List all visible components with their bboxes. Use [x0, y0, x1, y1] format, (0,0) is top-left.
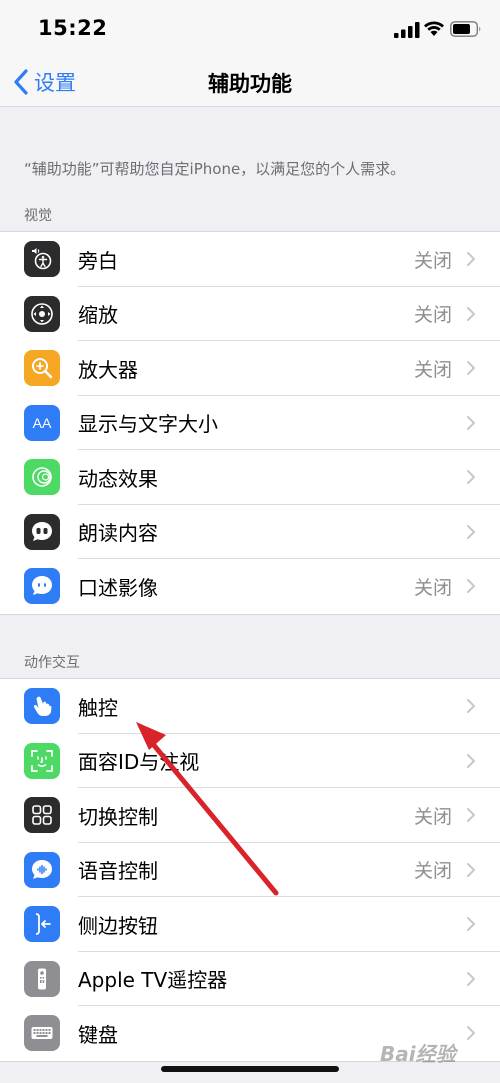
svg-text:AA: AA	[33, 415, 52, 431]
settings-row-label: 语音控制	[78, 859, 158, 884]
keyboard-icon	[24, 1015, 60, 1052]
chevron-right-icon	[467, 753, 475, 768]
settings-row-value: 关闭	[413, 304, 452, 327]
settings-row-motion[interactable]: 动态效果	[0, 450, 500, 505]
chevron-right-icon	[467, 971, 475, 986]
settings-row-label: 旁白	[78, 248, 118, 273]
chevron-right-icon	[467, 808, 475, 823]
settings-group-physical-motor: 触控 面容ID与注视 切换控制 关闭 语音控制 关闭 侧边按钮 Apple TV…	[0, 678, 500, 1062]
chevron-right-icon	[467, 252, 475, 267]
settings-row-face-id-attention[interactable]: 面容ID与注视	[0, 734, 500, 788]
watermark: Bai经验	[380, 1042, 456, 1066]
audio-description-icon	[24, 568, 60, 605]
settings-row-label: 朗读内容	[78, 521, 158, 546]
wifi-icon	[424, 21, 444, 36]
chevron-right-icon	[467, 306, 475, 321]
chevron-right-icon	[467, 470, 475, 485]
settings-group-vision: 旁白 关闭 缩放 关闭 放大器 关闭 AA 显示与文字大小 动态效果 朗读内容 …	[0, 231, 500, 615]
settings-row-value: 关闭	[413, 576, 452, 599]
chevron-right-icon	[467, 862, 475, 877]
switch-control-icon	[24, 797, 60, 834]
home-indicator[interactable]	[161, 1066, 339, 1072]
settings-row-label: 显示与文字大小	[78, 412, 218, 437]
settings-row-label: 放大器	[78, 357, 138, 382]
settings-row-label: 侧边按钮	[78, 913, 158, 938]
settings-row-display-text-size[interactable]: AA 显示与文字大小	[0, 396, 500, 450]
settings-row-voice-control[interactable]: 语音控制 关闭	[0, 843, 500, 897]
chevron-right-icon	[467, 524, 475, 539]
side-button-icon	[24, 906, 60, 943]
settings-row-value: 关闭	[413, 860, 452, 883]
settings-row-value: 关闭	[413, 358, 452, 381]
settings-row-voiceover[interactable]: 旁白 关闭	[0, 232, 500, 287]
settings-row-label: 动态效果	[78, 466, 158, 491]
zoom-icon	[24, 295, 60, 332]
chevron-right-icon	[467, 917, 475, 932]
settings-row-switch-control[interactable]: 切换控制 关闭	[0, 788, 500, 843]
settings-row-magnifier[interactable]: 放大器 关闭	[0, 341, 500, 396]
motion-icon	[24, 459, 60, 496]
settings-row-side-button[interactable]: 侧边按钮	[0, 897, 500, 952]
settings-row-audio-descriptions[interactable]: 口述影像 关闭	[0, 559, 500, 614]
voice-control-icon	[24, 851, 60, 888]
settings-row-apple-tv-remote[interactable]: Apple TV遥控器	[0, 952, 500, 1006]
settings-row-spoken-content[interactable]: 朗读内容	[0, 505, 500, 559]
status-bar: 15:22	[0, 0, 500, 58]
text-size-icon: AA	[24, 404, 60, 441]
apple-tv-remote-icon	[24, 960, 60, 997]
settings-row-label: 面容ID与注视	[78, 750, 200, 775]
chevron-right-icon	[467, 1026, 475, 1041]
settings-row-touch[interactable]: 触控	[0, 679, 500, 734]
magnifier-icon	[24, 350, 60, 387]
cellular-signal-icon	[394, 22, 420, 38]
section-header-vision: 视觉	[24, 208, 52, 224]
chevron-right-icon	[467, 699, 475, 714]
status-time: 15:22	[38, 16, 108, 40]
page-description: “辅助功能”可帮助您自定iPhone，以满足您的个人需求。	[24, 160, 406, 178]
settings-row-label: Apple TV遥控器	[78, 968, 228, 993]
face-id-icon	[24, 742, 60, 779]
settings-row-label: 缩放	[78, 303, 118, 328]
spoken-content-icon	[24, 513, 60, 550]
navigation-bar: 设置 辅助功能	[0, 58, 500, 107]
chevron-right-icon	[467, 361, 475, 376]
settings-row-label: 触控	[78, 695, 118, 720]
settings-row-label: 口述影像	[78, 575, 158, 600]
settings-row-value: 关闭	[413, 805, 452, 828]
settings-row-label: 键盘	[78, 1022, 118, 1047]
chevron-right-icon	[467, 579, 475, 594]
settings-row-zoom[interactable]: 缩放 关闭	[0, 287, 500, 341]
section-header-physical-motor: 动作交互	[24, 655, 80, 671]
battery-icon	[450, 21, 481, 37]
page-title: 辅助功能	[208, 72, 292, 96]
chevron-right-icon	[467, 415, 475, 430]
voiceover-icon	[24, 241, 60, 278]
touch-icon	[24, 688, 60, 725]
settings-row-label: 切换控制	[78, 804, 158, 829]
settings-row-value: 关闭	[413, 249, 452, 272]
